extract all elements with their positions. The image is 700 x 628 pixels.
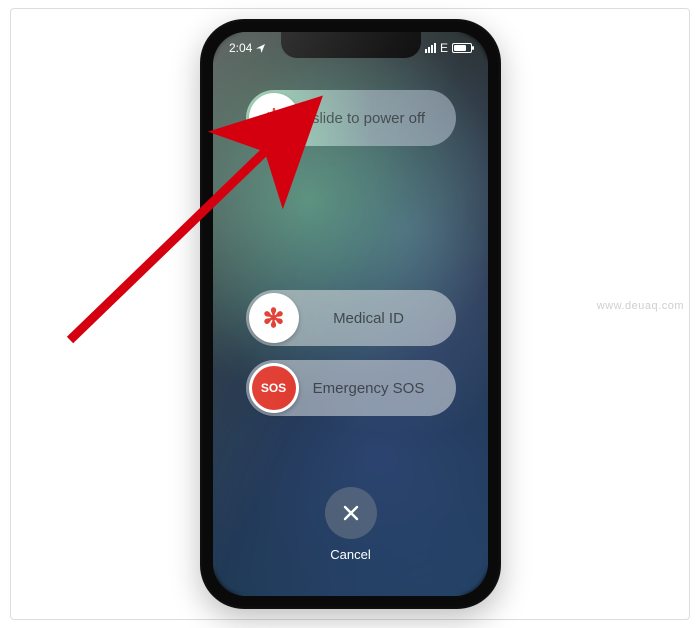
location-icon [256, 44, 265, 53]
cancel-label: Cancel [330, 547, 370, 562]
status-right: E [425, 38, 472, 58]
cancel-button[interactable] [325, 487, 377, 539]
power-knob[interactable] [249, 93, 299, 143]
close-icon [341, 503, 361, 523]
medical-id-slider[interactable]: ✻ Medical ID [246, 290, 456, 346]
watermark: www.deuaq.com [597, 300, 684, 312]
phone-body: 2:04 E slide to power off [200, 19, 501, 609]
sliders-group: slide to power off ✻ Medical ID SOS Emer… [213, 90, 488, 430]
sos-badge: SOS [252, 366, 296, 410]
phone-screen: 2:04 E slide to power off [213, 32, 488, 596]
sos-knob[interactable]: SOS [249, 363, 299, 413]
sos-icon-text: SOS [261, 381, 286, 395]
cancel-group: Cancel [325, 487, 377, 562]
carrier-label: E [440, 41, 448, 55]
power-off-slider[interactable]: slide to power off [246, 90, 456, 146]
sos-slider-label: Emergency SOS [302, 380, 456, 397]
power-icon [262, 106, 286, 130]
power-slider-label: slide to power off [302, 110, 456, 127]
emergency-sos-slider[interactable]: SOS Emergency SOS [246, 360, 456, 416]
asterisk-icon: ✻ [263, 305, 285, 331]
medical-slider-label: Medical ID [302, 310, 456, 327]
medical-knob[interactable]: ✻ [249, 293, 299, 343]
status-time: 2:04 [229, 41, 252, 55]
signal-icon [425, 43, 436, 53]
battery-icon [452, 43, 472, 53]
notch [281, 32, 421, 58]
status-left: 2:04 [229, 38, 265, 58]
